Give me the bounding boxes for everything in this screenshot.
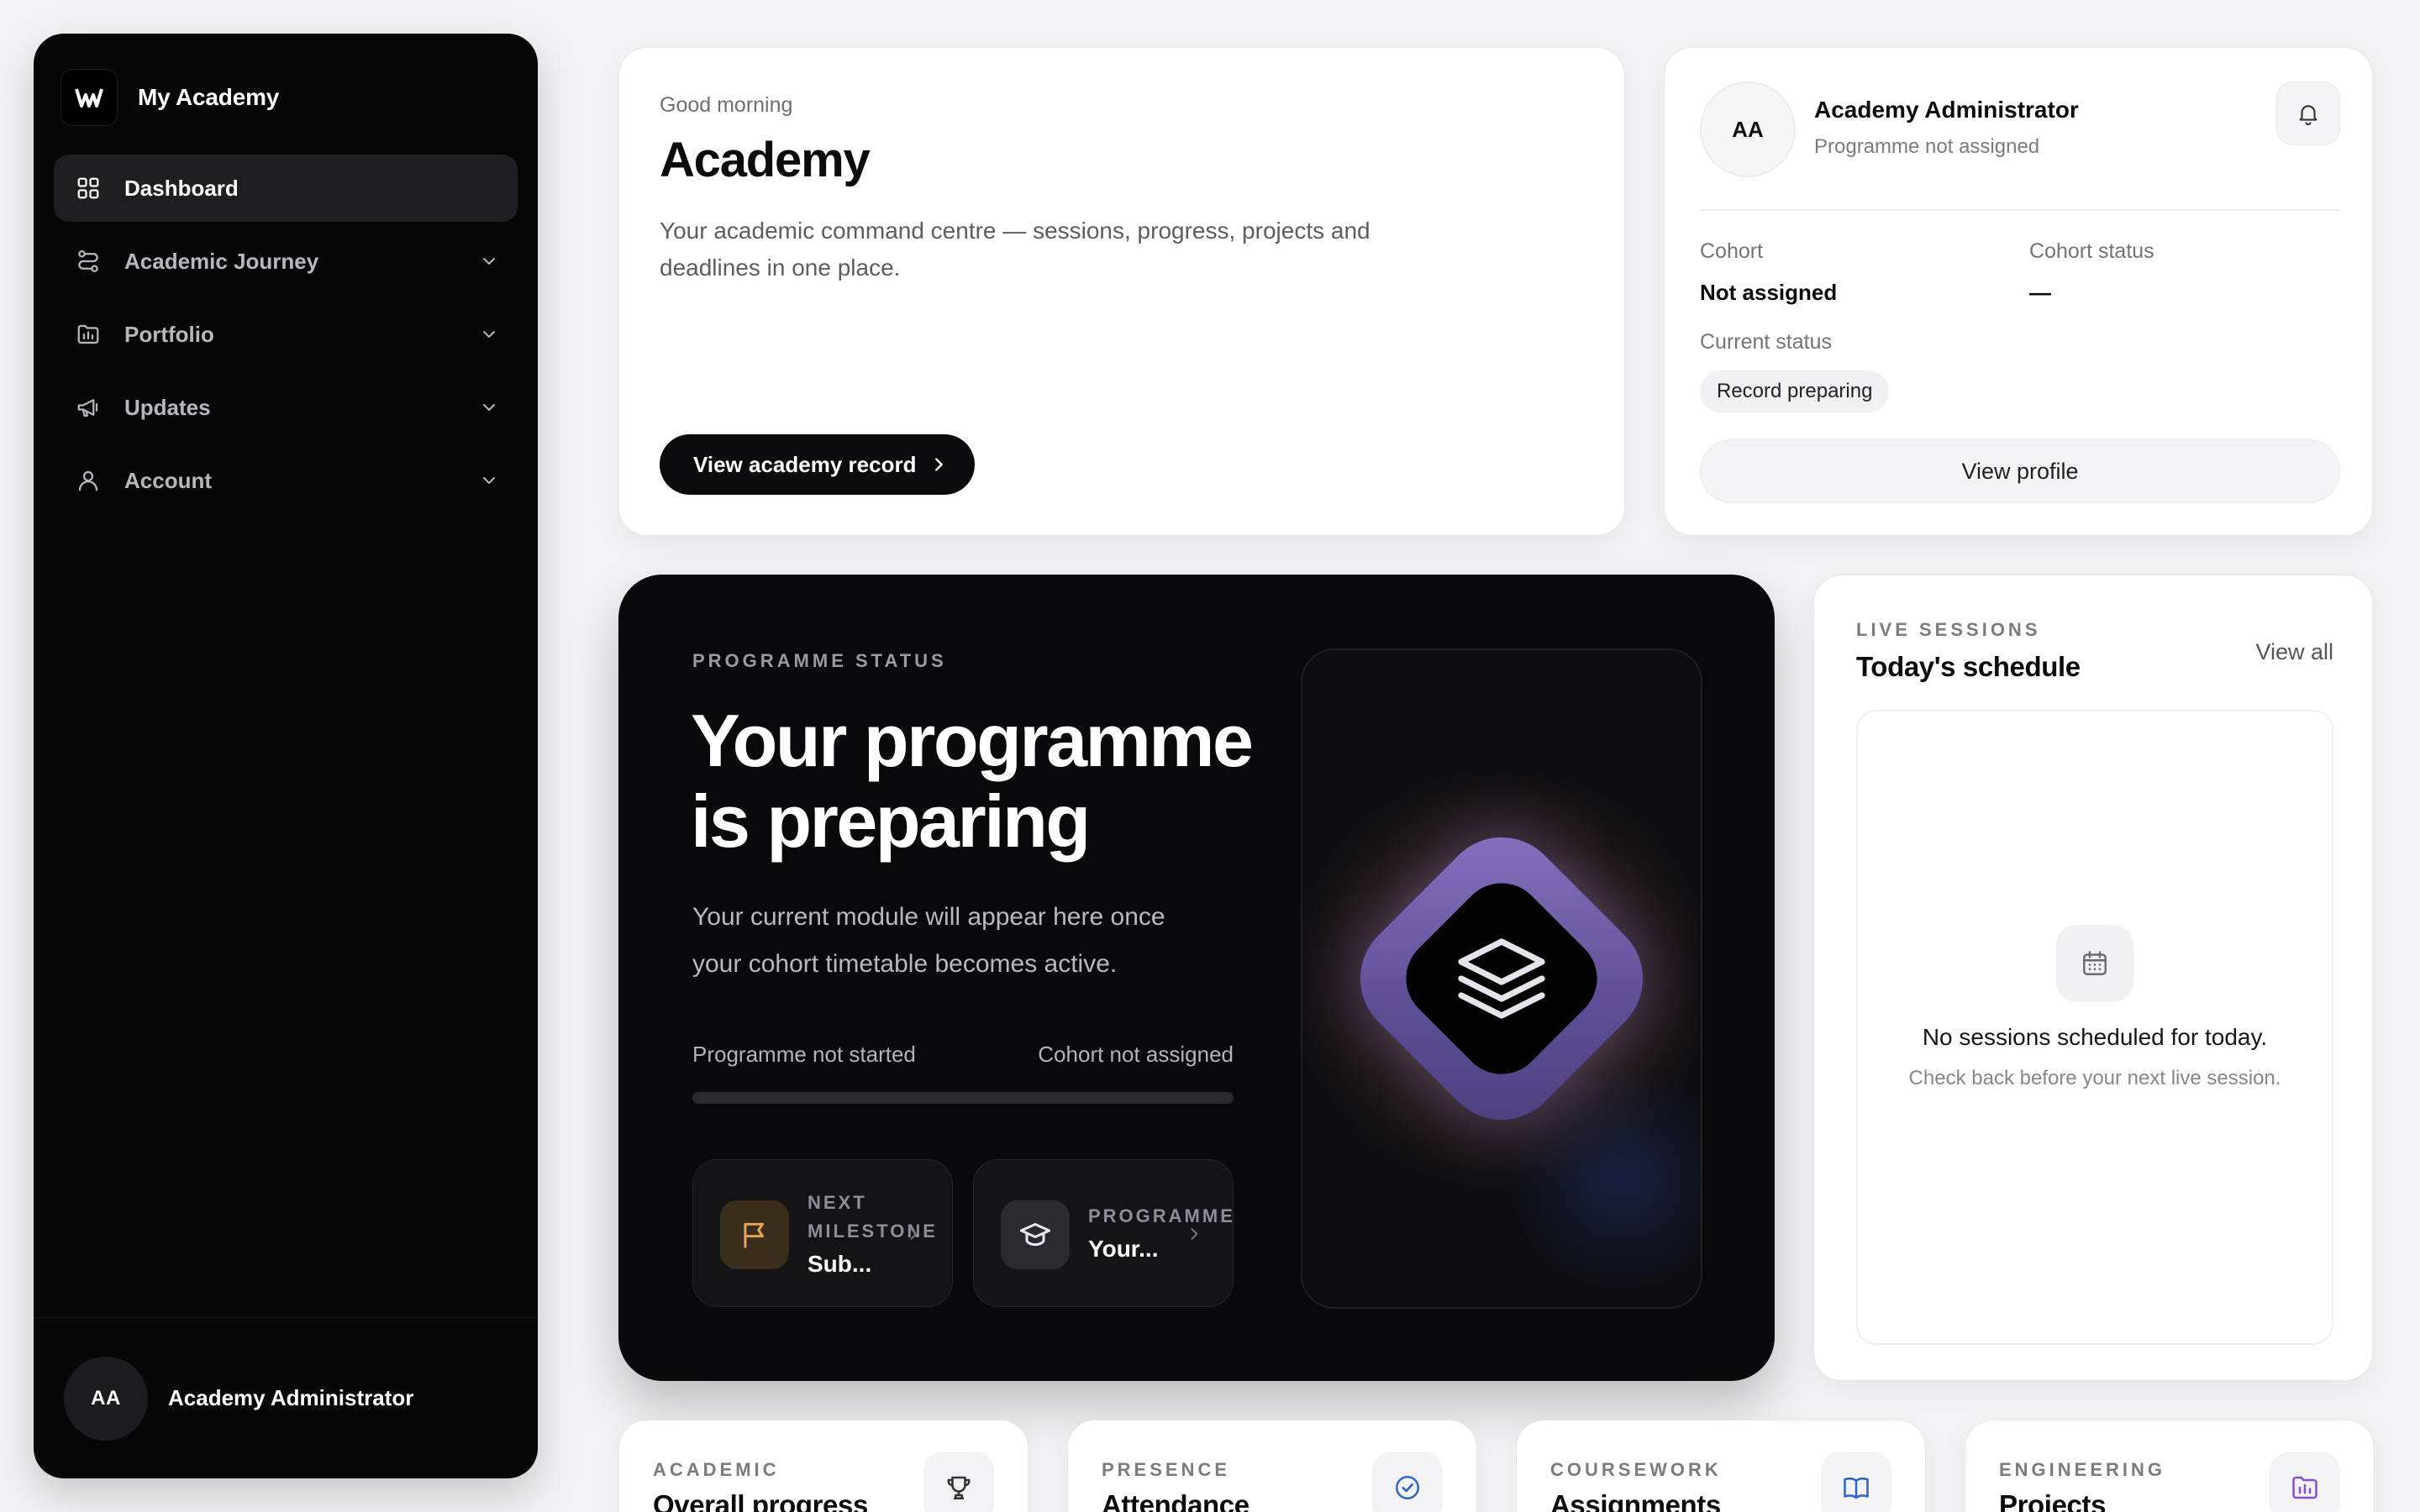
megaphone-icon (77, 399, 98, 417)
cohort-status-label: Cohort status (2029, 239, 2154, 263)
book-icon (1844, 1477, 1869, 1499)
grid-icon (77, 177, 99, 199)
sidebar-item-label: Portfolio (124, 321, 214, 347)
milestone-value: Sub... (808, 1251, 872, 1277)
stat-icon-box (1821, 1452, 1891, 1512)
welcome-card: Good morning Academy Your academic comma… (618, 47, 1625, 536)
profile-card: AA Academy Administrator Programme not a… (1664, 47, 2373, 536)
stat-card-presence[interactable]: PRESENCE Attendance (1067, 1420, 1477, 1512)
status-badge: Record preparing (1700, 370, 1890, 412)
stat-eyebrow: ACADEMIC (653, 1459, 780, 1480)
cohort-status-value: — (2029, 280, 2051, 305)
folder-icon (77, 324, 99, 344)
empty-title: No sessions scheduled for today. (1922, 1024, 2268, 1050)
chevron-right-icon (935, 458, 944, 471)
programme-value: Your... (1088, 1236, 1159, 1262)
calendar-icon (2083, 951, 2107, 975)
sidebar-item-label: Academic Journey (124, 248, 319, 274)
sidebar-user-name: Academy Administrator (168, 1385, 414, 1410)
cohort-label: Cohort (1700, 239, 1764, 263)
chevron-down-icon (483, 477, 495, 484)
avatar: AA (1700, 81, 1796, 177)
brand-name: My Academy (138, 84, 280, 110)
empty-description: Check back before your next live session… (1908, 1067, 2281, 1089)
stat-card-academic[interactable]: ACADEMIC Overall progress (618, 1420, 1028, 1512)
stat-icon-box (923, 1452, 994, 1512)
brand[interactable]: My Academy (60, 69, 279, 126)
layers-icon (1458, 938, 1545, 1019)
profile-programme: Programme not assigned (1814, 135, 2040, 158)
programme-status-card: PROGRAMME STATUS Your programme is prepa… (618, 575, 1775, 1381)
sidebar-nav: Dashboard Academic Journey Portfolio Upd… (54, 155, 518, 520)
milestone-icon-box (720, 1200, 789, 1269)
progress-left-label: Programme not started (692, 1042, 916, 1067)
flag-icon (744, 1222, 765, 1248)
stat-icon-box (1372, 1452, 1443, 1512)
notifications-button[interactable] (2276, 81, 2340, 145)
view-profile-button[interactable]: View profile (1700, 439, 2340, 503)
programme-eyebrow: PROGRAMME (1088, 1205, 1234, 1226)
chevron-right-icon (1191, 1228, 1198, 1240)
stat-card-engineering[interactable]: ENGINEERING Projects (1965, 1420, 2375, 1512)
check-circle-icon (1395, 1475, 1420, 1500)
milestone-eyebrow: NEXT MILESTONE (808, 1192, 938, 1242)
welcome-description: Your academic command centre — sessions,… (660, 218, 1370, 281)
profile-name: Academy Administrator (1814, 97, 2079, 123)
stat-icon-box (2270, 1452, 2340, 1512)
divider (1700, 209, 2340, 211)
view-academy-record-button[interactable]: View academy record (660, 434, 976, 495)
sidebar-user[interactable]: AA Academy Administrator (34, 1317, 538, 1478)
stat-eyebrow: PRESENCE (1102, 1459, 1231, 1480)
sidebar-item-label: Dashboard (124, 175, 239, 201)
sidebar-item-updates[interactable]: Updates (54, 374, 518, 441)
sidebar-item-portfolio[interactable]: Portfolio (54, 301, 518, 368)
bell-icon (2299, 105, 2317, 126)
stat-card-coursework[interactable]: COURSEWORK Assignments (1516, 1420, 1926, 1512)
greeting: Good morning (660, 93, 793, 117)
hero-title: Your programme is preparing (691, 699, 1254, 863)
stat-eyebrow: ENGINEERING (1999, 1459, 2166, 1480)
stat-title: Assignments (1550, 1489, 1721, 1512)
sidebar: My Academy Dashboard Academic Journey Po… (34, 34, 538, 1478)
live-sessions-card: LIVE SESSIONS Today's schedule View all … (1813, 575, 2373, 1381)
calendar-icon-box (2056, 925, 2133, 1002)
programme-icon-box (1001, 1200, 1070, 1269)
chevron-down-icon (483, 258, 495, 265)
live-eyebrow: LIVE SESSIONS (1856, 619, 2041, 640)
sidebar-item-account[interactable]: Account (54, 447, 518, 514)
progress-right-label: Cohort not assigned (1038, 1042, 1234, 1067)
button-label: View academy record (693, 451, 917, 477)
brand-logo (60, 69, 118, 126)
stat-eyebrow: COURSEWORK (1550, 1459, 1722, 1480)
chevron-down-icon (483, 404, 495, 411)
route-icon (78, 250, 98, 272)
cohort-value: Not assigned (1700, 280, 1838, 305)
sidebar-item-academic-journey[interactable]: Academic Journey (54, 228, 518, 295)
stat-title: Overall progress (653, 1489, 868, 1512)
chevron-down-icon (483, 331, 495, 338)
chevron-right-icon (910, 1228, 918, 1240)
progress-bar (692, 1092, 1234, 1104)
folder-chart-icon (2292, 1476, 2317, 1499)
avatar: AA (64, 1356, 148, 1441)
trophy-icon (947, 1476, 971, 1500)
programme-visual (1301, 648, 1702, 1309)
sidebar-item-label: Updates (124, 394, 211, 420)
graduation-cap-icon (1019, 1223, 1051, 1247)
brand-logo-icon (75, 88, 103, 108)
hero-eyebrow: PROGRAMME STATUS (692, 650, 947, 671)
view-all-link[interactable]: View all (2255, 639, 2333, 665)
sidebar-item-label: Account (124, 467, 212, 493)
stat-title: Attendance (1102, 1489, 1249, 1512)
current-status-label: Current status (1700, 330, 1833, 354)
sidebar-item-dashboard[interactable]: Dashboard (54, 155, 518, 222)
user-icon (78, 470, 98, 491)
live-title: Today's schedule (1856, 651, 2081, 682)
hero-description: Your current module will appear here onc… (692, 903, 1165, 978)
schedule-empty-state: No sessions scheduled for today. Check b… (1856, 710, 2333, 1345)
stat-title: Projects (1999, 1489, 2107, 1512)
programme-tile[interactable]: PROGRAMME Your... (973, 1159, 1234, 1307)
next-milestone-tile[interactable]: NEXT MILESTONE Sub... (692, 1159, 953, 1307)
page-title: Academy (660, 133, 871, 187)
